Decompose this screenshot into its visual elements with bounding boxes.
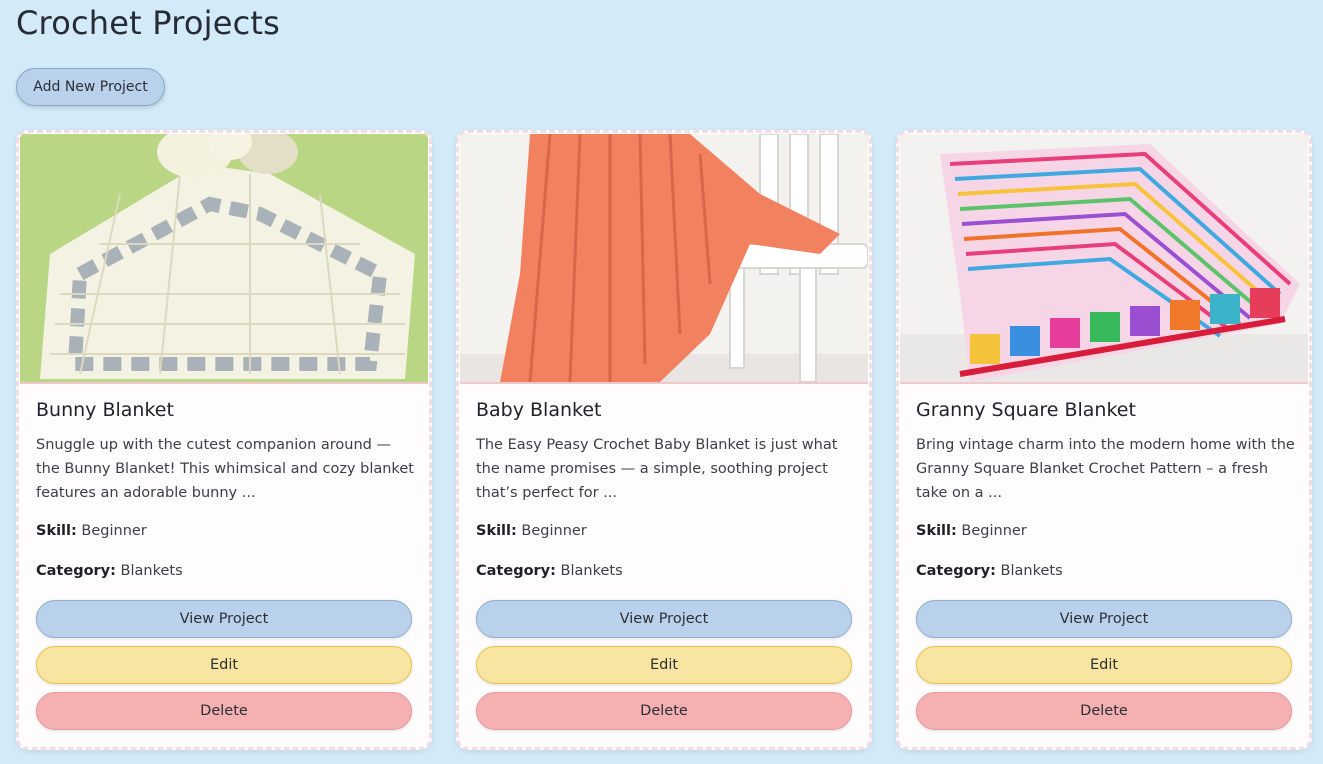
project-card: Baby Blanket The Easy Peasy Crochet Baby… [456, 130, 872, 750]
project-category: Category: Blankets [916, 563, 1063, 579]
page-title: Crochet Projects [16, 4, 281, 42]
project-skill: Skill: Beginner [916, 523, 1027, 539]
add-new-project-button[interactable]: Add New Project [16, 68, 165, 106]
skill-label: Skill: [476, 523, 517, 539]
edit-button[interactable]: Edit [916, 646, 1292, 684]
category-value: Blankets [1000, 563, 1063, 579]
project-image [20, 134, 428, 384]
project-skill: Skill: Beginner [36, 523, 147, 539]
project-title: Bunny Blanket [36, 399, 174, 421]
bunny-blanket-illustration [20, 134, 428, 382]
project-category: Category: Blankets [476, 563, 623, 579]
category-label: Category: [916, 563, 996, 579]
project-description: The Easy Peasy Crochet Baby Blanket is j… [476, 437, 838, 501]
baby-blanket-illustration [460, 134, 868, 382]
project-card-grid: Bunny Blanket Snuggle up with the cutest… [16, 130, 1316, 752]
delete-button[interactable]: Delete [36, 692, 412, 730]
project-description: Bring vintage charm into the modern home… [916, 437, 1295, 501]
page: Crochet Projects Add New Project Bunny B… [0, 0, 1323, 764]
project-image [900, 134, 1308, 384]
delete-button[interactable]: Delete [916, 692, 1292, 730]
edit-button[interactable]: Edit [36, 646, 412, 684]
project-description: Snuggle up with the cutest companion aro… [36, 437, 414, 501]
granny-square-blanket-illustration [900, 134, 1308, 382]
skill-value: Beginner [81, 523, 147, 539]
project-category: Category: Blankets [36, 563, 183, 579]
project-card: Bunny Blanket Snuggle up with the cutest… [16, 130, 432, 750]
project-card: Granny Square Blanket Bring vintage char… [896, 130, 1312, 750]
category-value: Blankets [120, 563, 183, 579]
view-project-button[interactable]: View Project [36, 600, 412, 638]
project-title: Granny Square Blanket [916, 399, 1136, 421]
category-label: Category: [476, 563, 556, 579]
view-project-button[interactable]: View Project [916, 600, 1292, 638]
delete-button[interactable]: Delete [476, 692, 852, 730]
category-value: Blankets [560, 563, 623, 579]
view-project-button[interactable]: View Project [476, 600, 852, 638]
skill-value: Beginner [521, 523, 587, 539]
edit-button[interactable]: Edit [476, 646, 852, 684]
skill-value: Beginner [961, 523, 1027, 539]
project-skill: Skill: Beginner [476, 523, 587, 539]
category-label: Category: [36, 563, 116, 579]
skill-label: Skill: [916, 523, 957, 539]
project-title: Baby Blanket [476, 399, 602, 421]
project-image [460, 134, 868, 384]
skill-label: Skill: [36, 523, 77, 539]
